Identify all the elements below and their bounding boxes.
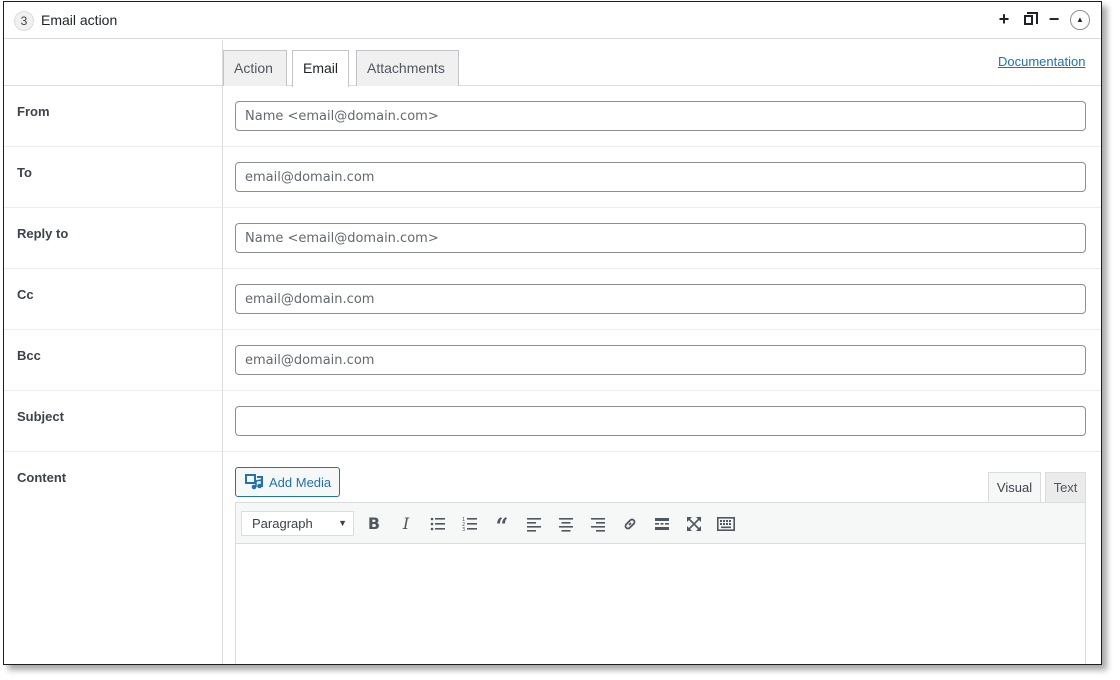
field-label-reply-to: Reply to bbox=[17, 226, 69, 241]
duplicate-action-icon[interactable] bbox=[1019, 10, 1039, 30]
align-center-icon[interactable] bbox=[554, 512, 578, 536]
field-row-cc: Cc bbox=[4, 269, 1101, 330]
field-row-content: Content Add Media Visual Text Paragraph … bbox=[4, 452, 1101, 664]
remove-action-icon[interactable]: − bbox=[1044, 10, 1064, 30]
tab-bar: Action Email Attachments Documentation bbox=[4, 40, 1101, 87]
field-label-subject: Subject bbox=[17, 409, 64, 424]
italic-icon[interactable]: I bbox=[394, 512, 418, 536]
editor-toolbar: Paragraph ▼ B I 123 “ bbox=[236, 503, 1085, 544]
field-label-bcc: Bcc bbox=[17, 348, 41, 363]
cc-input[interactable] bbox=[235, 284, 1086, 314]
tab-action[interactable]: Action bbox=[223, 50, 287, 86]
reply-to-input[interactable] bbox=[235, 223, 1086, 253]
email-action-panel: 3 Email action + − ▲ Action Email Attach… bbox=[3, 1, 1102, 665]
subject-input[interactable] bbox=[235, 406, 1086, 436]
media-icon bbox=[245, 474, 263, 490]
blockquote-icon[interactable]: “ bbox=[490, 512, 514, 540]
panel-title: Email action bbox=[41, 12, 118, 28]
add-media-button[interactable]: Add Media bbox=[235, 467, 340, 497]
field-row-to: To bbox=[4, 147, 1101, 208]
format-select-value: Paragraph bbox=[252, 516, 313, 531]
toolbar-toggle-icon[interactable] bbox=[714, 512, 738, 536]
from-input[interactable] bbox=[235, 101, 1086, 131]
editor-tab-text[interactable]: Text bbox=[1045, 472, 1086, 502]
documentation-link[interactable]: Documentation bbox=[998, 54, 1085, 69]
bcc-input[interactable] bbox=[235, 345, 1086, 375]
read-more-icon[interactable] bbox=[650, 512, 674, 536]
field-row-from: From bbox=[4, 86, 1101, 147]
panel-header: 3 Email action + − ▲ bbox=[4, 2, 1101, 39]
field-label-from: From bbox=[17, 104, 50, 119]
field-row-reply-to: Reply to bbox=[4, 208, 1101, 269]
align-left-icon[interactable] bbox=[522, 512, 546, 536]
field-label-cc: Cc bbox=[17, 287, 34, 302]
svg-text:3: 3 bbox=[462, 527, 465, 532]
link-icon[interactable] bbox=[618, 512, 642, 536]
numbered-list-icon[interactable]: 123 bbox=[458, 512, 482, 536]
field-row-bcc: Bcc bbox=[4, 330, 1101, 391]
editor-tab-visual[interactable]: Visual bbox=[988, 472, 1041, 503]
content-editor[interactable]: Paragraph ▼ B I 123 “ bbox=[235, 502, 1086, 664]
chevron-down-icon: ▼ bbox=[338, 518, 347, 528]
bulleted-list-icon[interactable] bbox=[426, 512, 450, 536]
step-number-badge: 3 bbox=[14, 11, 34, 31]
tab-attachments[interactable]: Attachments bbox=[356, 50, 459, 86]
fullscreen-icon[interactable] bbox=[682, 512, 706, 536]
to-input[interactable] bbox=[235, 162, 1086, 192]
collapse-toggle-icon[interactable]: ▲ bbox=[1070, 10, 1090, 30]
add-media-label: Add Media bbox=[269, 475, 332, 490]
bold-icon[interactable]: B bbox=[362, 512, 386, 536]
align-right-icon[interactable] bbox=[586, 512, 610, 536]
field-label-content: Content bbox=[17, 470, 67, 485]
format-select[interactable]: Paragraph ▼ bbox=[241, 511, 354, 536]
add-action-icon[interactable]: + bbox=[994, 10, 1014, 30]
field-label-to: To bbox=[17, 165, 32, 180]
tab-email[interactable]: Email bbox=[292, 50, 349, 87]
field-row-subject: Subject bbox=[4, 391, 1101, 452]
